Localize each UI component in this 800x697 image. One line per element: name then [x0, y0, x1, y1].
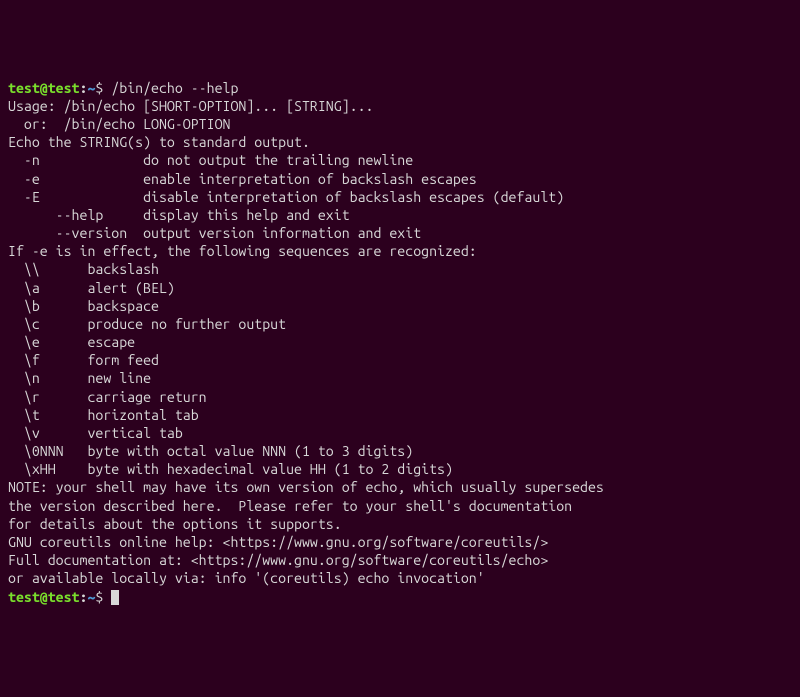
output-line: the version described here. Please refer… — [8, 497, 792, 515]
prompt-dollar: $ — [95, 80, 111, 96]
output-line: \r carriage return — [8, 388, 792, 406]
output-line: \f form feed — [8, 351, 792, 369]
output-line: \a alert (BEL) — [8, 279, 792, 297]
output-line: \b backspace — [8, 297, 792, 315]
output-line: \xHH byte with hexadecimal value HH (1 t… — [8, 460, 792, 478]
output-line: If -e is in effect, the following sequen… — [8, 242, 792, 260]
output-line: \\ backslash — [8, 260, 792, 278]
output-line: \n new line — [8, 369, 792, 387]
output-line: \0NNN byte with octal value NNN (1 to 3 … — [8, 442, 792, 460]
output-line: Usage: /bin/echo [SHORT-OPTION]... [STRI… — [8, 97, 792, 115]
output-line: \t horizontal tab — [8, 406, 792, 424]
prompt-user: test@test — [8, 589, 80, 605]
output-line: or available locally via: info '(coreuti… — [8, 569, 792, 587]
prompt-line-1[interactable]: test@test:~$ /bin/echo --help — [8, 79, 792, 97]
output-line: -E disable interpretation of backslash e… — [8, 188, 792, 206]
output-line: Full documentation at: <https://www.gnu.… — [8, 551, 792, 569]
command-output: Usage: /bin/echo [SHORT-OPTION]... [STRI… — [8, 97, 792, 588]
output-line: NOTE: your shell may have its own versio… — [8, 478, 792, 496]
output-line: -e enable interpretation of backslash es… — [8, 170, 792, 188]
prompt-user: test@test — [8, 80, 80, 96]
output-line: -n do not output the trailing newline — [8, 151, 792, 169]
command-text: /bin/echo --help — [111, 80, 238, 96]
output-line: or: /bin/echo LONG-OPTION — [8, 115, 792, 133]
output-line: \v vertical tab — [8, 424, 792, 442]
output-line: --help display this help and exit — [8, 206, 792, 224]
prompt-line-2[interactable]: test@test:~$ — [8, 588, 792, 606]
output-line: \e escape — [8, 333, 792, 351]
cursor-block — [111, 590, 119, 605]
output-line: Echo the STRING(s) to standard output. — [8, 133, 792, 151]
output-line: GNU coreutils online help: <https://www.… — [8, 533, 792, 551]
output-line: \c produce no further output — [8, 315, 792, 333]
output-line: for details about the options it support… — [8, 515, 792, 533]
prompt-dollar: $ — [95, 589, 111, 605]
output-line: --version output version information and… — [8, 224, 792, 242]
